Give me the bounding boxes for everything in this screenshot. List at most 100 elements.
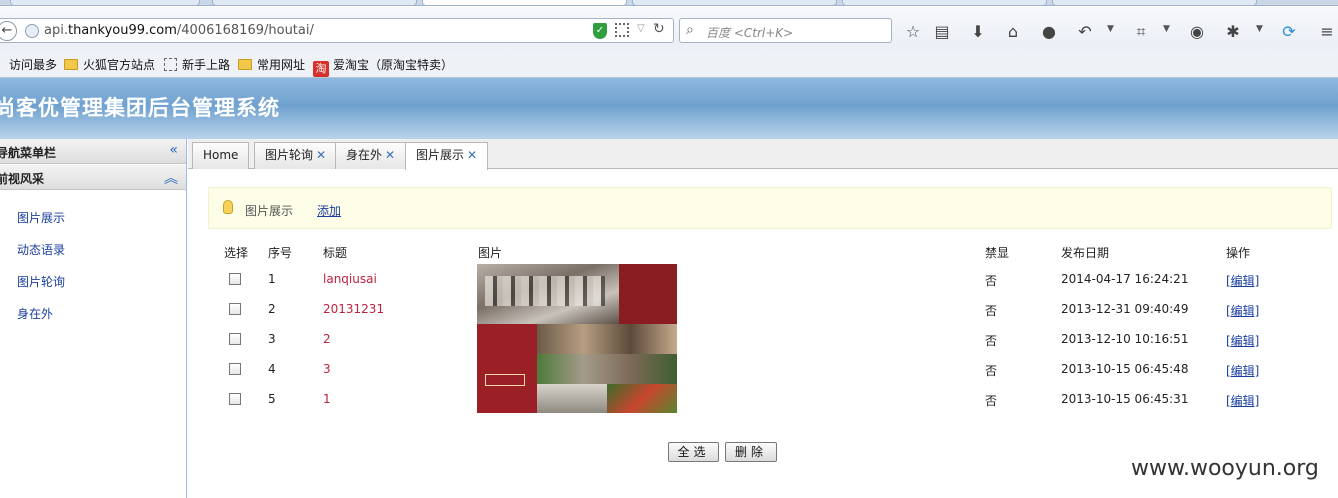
select-all-button[interactable]: 全选 bbox=[668, 442, 719, 462]
dropdown-arrow-icon[interactable]: ▽ bbox=[637, 23, 645, 34]
column-header-disabled: 禁显 bbox=[985, 246, 1010, 260]
browser-nav-bar: ← api.thankyou99.com/4006168169/houtai/ … bbox=[0, 7, 1338, 55]
bookmark-label: 常用网址 bbox=[257, 58, 306, 72]
menu-icon[interactable]: ≡ bbox=[1317, 22, 1337, 42]
add-link[interactable]: 添加 bbox=[317, 202, 341, 219]
browser-tab[interactable] bbox=[1052, 0, 1257, 6]
collapse-up-icon[interactable]: ︽ bbox=[164, 168, 178, 188]
close-icon[interactable]: ✕ bbox=[467, 148, 477, 162]
row-title-link[interactable]: 1 bbox=[323, 392, 331, 406]
row-index: 2 bbox=[268, 302, 276, 316]
comment-icon[interactable]: ◉ bbox=[1187, 22, 1207, 42]
row-checkbox[interactable] bbox=[229, 303, 241, 315]
extension-icon[interactable]: ✱ bbox=[1223, 22, 1243, 42]
back-arrow-icon[interactable]: ← bbox=[0, 21, 17, 41]
sidebar-section-header[interactable]: 前视风采 ︽ bbox=[0, 165, 186, 190]
bookmark-label: 访问最多 bbox=[9, 58, 58, 72]
bookmark-getting-started[interactable]: 新手上路 bbox=[164, 56, 230, 73]
column-header-actions: 操作 bbox=[1226, 246, 1251, 260]
watermark: www.wooyun.org bbox=[1131, 456, 1319, 481]
dropdown-arrow-icon[interactable]: ▼ bbox=[1256, 24, 1263, 34]
url-path: /4006168169/houtai/ bbox=[176, 23, 314, 38]
delete-button[interactable]: 删除 bbox=[725, 442, 777, 462]
page-label: 图片展示 bbox=[245, 204, 294, 218]
lightbulb-icon bbox=[223, 200, 233, 214]
row-checkbox[interactable] bbox=[229, 273, 241, 285]
clipboard-icon[interactable]: ▤ bbox=[932, 22, 952, 42]
download-icon[interactable]: ⬇ bbox=[968, 22, 988, 42]
chat-bubble-icon[interactable]: ● bbox=[1039, 22, 1059, 42]
column-header-select: 选择 bbox=[224, 246, 249, 260]
tab-home[interactable]: Home bbox=[192, 142, 250, 169]
row-date: 2013-10-15 06:45:48 bbox=[1061, 362, 1189, 376]
star-icon bbox=[0, 58, 4, 71]
row-checkbox[interactable] bbox=[229, 393, 241, 405]
sidebar-item-quotes[interactable]: 动态语录 bbox=[17, 241, 65, 258]
row-edit-link[interactable]: [编辑] bbox=[1226, 272, 1259, 289]
row-edit-link[interactable]: [编辑] bbox=[1226, 362, 1259, 379]
row-disabled: 否 bbox=[985, 274, 998, 288]
star-bookmark-icon[interactable]: ☆ bbox=[903, 22, 923, 42]
column-header-date: 发布日期 bbox=[1061, 246, 1110, 260]
row-index: 3 bbox=[268, 332, 276, 346]
row-checkbox[interactable] bbox=[229, 363, 241, 375]
browser-tab[interactable] bbox=[10, 0, 200, 6]
row-index: 1 bbox=[268, 272, 276, 286]
column-header-index: 序号 bbox=[268, 246, 293, 260]
url-host: thankyou99.com bbox=[67, 23, 177, 38]
row-title-link[interactable]: 2 bbox=[323, 332, 331, 346]
sidebar-section-title: 前视风采 bbox=[0, 172, 45, 186]
address-bar[interactable]: ← api.thankyou99.com/4006168169/houtai/ … bbox=[0, 18, 674, 43]
close-icon[interactable]: ✕ bbox=[385, 148, 395, 162]
browser-tab[interactable] bbox=[842, 0, 1047, 6]
browser-tab[interactable] bbox=[632, 0, 837, 6]
row-index: 5 bbox=[268, 392, 276, 406]
row-index: 4 bbox=[268, 362, 276, 376]
browser-tab-active[interactable] bbox=[422, 0, 627, 6]
gallery-image[interactable] bbox=[477, 264, 677, 413]
bookmark-most-visited[interactable]: 访问最多 bbox=[0, 56, 57, 73]
bookmark-label: 火狐官方站点 bbox=[83, 58, 156, 72]
shield-check-icon[interactable]: ✓ bbox=[593, 23, 607, 39]
collapse-left-icon[interactable]: « bbox=[169, 142, 178, 158]
url-text[interactable]: api.thankyou99.com/4006168169/houtai/ bbox=[44, 23, 314, 38]
dropdown-arrow-icon[interactable]: ▼ bbox=[1107, 24, 1114, 34]
crop-icon[interactable]: ⌗ bbox=[1131, 22, 1151, 42]
row-disabled: 否 bbox=[985, 394, 998, 408]
row-date: 2013-10-15 06:45:31 bbox=[1061, 392, 1189, 406]
undo-icon[interactable]: ↶ bbox=[1075, 22, 1095, 42]
tab-abroad[interactable]: 身在外 ✕ bbox=[335, 142, 407, 169]
row-edit-link[interactable]: [编辑] bbox=[1226, 392, 1259, 409]
row-title-link[interactable]: 3 bbox=[323, 362, 331, 376]
sidebar-nav-header: 导航菜单栏 « bbox=[0, 139, 186, 164]
app-header: 尚客优管理集团后台管理系统 bbox=[0, 78, 1338, 139]
bookmark-firefox-site[interactable]: 火狐官方站点 bbox=[64, 56, 155, 73]
url-prefix: api. bbox=[44, 23, 68, 38]
row-edit-link[interactable]: [编辑] bbox=[1226, 302, 1259, 319]
tab-label: 图片展示 bbox=[416, 148, 465, 162]
tab-bar: Home 图片轮询 ✕ 身在外 ✕ 图片展示 ✕ bbox=[188, 139, 1338, 170]
taobao-icon: 淘 bbox=[313, 61, 329, 77]
row-checkbox[interactable] bbox=[229, 333, 241, 345]
row-disabled: 否 bbox=[985, 364, 998, 378]
sidebar-item-image-display[interactable]: 图片展示 bbox=[17, 209, 65, 226]
tab-carousel[interactable]: 图片轮询 ✕ bbox=[254, 142, 338, 169]
bookmark-label: 新手上路 bbox=[182, 58, 231, 72]
close-icon[interactable]: ✕ bbox=[316, 148, 326, 162]
row-title-link[interactable]: 20131231 bbox=[323, 302, 384, 316]
dropdown-arrow-icon[interactable]: ▼ bbox=[1163, 24, 1170, 34]
column-header-title: 标题 bbox=[323, 246, 348, 260]
browser-tab-strip bbox=[0, 0, 1338, 6]
bookmark-common-sites[interactable]: 常用网址 bbox=[238, 56, 305, 73]
sync-icon[interactable]: ⟳ bbox=[1279, 22, 1299, 42]
browser-tab[interactable] bbox=[212, 0, 417, 6]
row-edit-link[interactable]: [编辑] bbox=[1226, 332, 1259, 349]
reload-icon[interactable]: ↻ bbox=[653, 21, 665, 37]
search-placeholder: 百度 <Ctrl+K> bbox=[706, 26, 794, 40]
search-input[interactable]: ⌕ 百度 <Ctrl+K> bbox=[679, 18, 892, 43]
home-icon[interactable]: ⌂ bbox=[1003, 22, 1023, 42]
tab-image-display[interactable]: 图片展示 ✕ bbox=[405, 142, 489, 170]
row-title-link[interactable]: lanqiusai bbox=[323, 272, 377, 286]
bookmark-aitaobao[interactable]: 淘爱淘宝（原淘宝特卖） bbox=[313, 56, 453, 77]
qr-code-icon[interactable] bbox=[615, 23, 629, 37]
